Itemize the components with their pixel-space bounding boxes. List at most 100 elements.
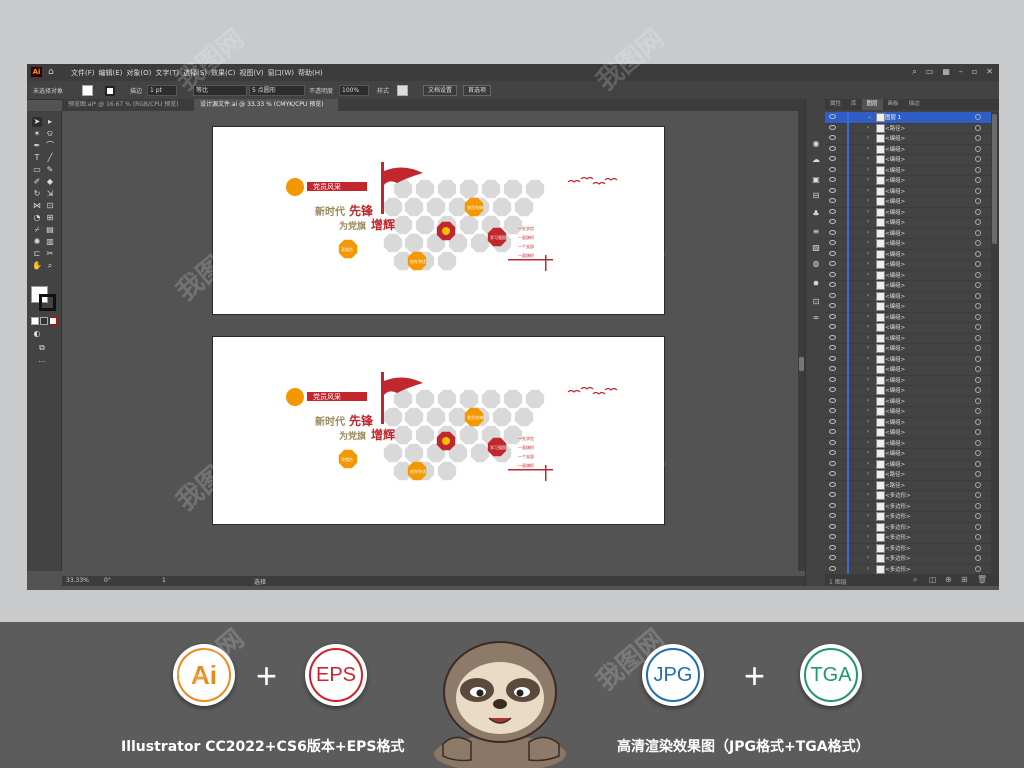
expand-arrow-icon[interactable]: ›: [867, 302, 869, 309]
shape-builder-icon[interactable]: ◔: [32, 213, 42, 223]
visibility-eye-icon[interactable]: [829, 429, 836, 434]
visibility-eye-icon[interactable]: [829, 334, 836, 340]
expand-arrow-icon[interactable]: ›: [867, 491, 869, 498]
expand-arrow-icon[interactable]: ›: [867, 554, 869, 561]
target-circle-icon[interactable]: [975, 229, 981, 236]
artboard-1[interactable]: 党员风采 新时代 先锋 为党旗 增辉 亮相台 创先争优 党员先锋 学习强国 一先学信 一面旗帜 一个支…: [212, 126, 665, 315]
visibility-eye-icon[interactable]: [829, 124, 836, 130]
new-layer-icon[interactable]: ⊞: [961, 575, 968, 584]
target-circle-icon[interactable]: [975, 145, 981, 152]
visibility-eye-icon[interactable]: [829, 460, 836, 466]
line-tool-icon[interactable]: ╱: [45, 153, 55, 163]
document-setup-button[interactable]: 文档设置: [423, 85, 458, 96]
target-circle-icon[interactable]: [975, 523, 981, 530]
target-circle-icon[interactable]: [975, 439, 981, 446]
graph-tool-icon[interactable]: ▥: [45, 237, 55, 247]
target-circle-icon[interactable]: [975, 544, 981, 551]
eyedropper-icon[interactable]: ⌿: [32, 225, 42, 235]
new-sublayer-icon[interactable]: ⊕: [945, 575, 952, 584]
target-circle-icon[interactable]: [975, 135, 981, 141]
symbol-sprayer-icon[interactable]: ✺: [32, 237, 42, 247]
expand-arrow-icon[interactable]: ›: [867, 292, 869, 299]
target-circle-icon[interactable]: [975, 366, 981, 372]
expand-arrow-icon[interactable]: ›: [867, 334, 869, 341]
shaper-icon[interactable]: ✐: [32, 177, 42, 187]
panel-tab[interactable]: 属性: [825, 99, 846, 110]
target-circle-icon[interactable]: [975, 565, 981, 572]
visibility-eye-icon[interactable]: [829, 418, 836, 424]
visibility-eye-icon[interactable]: [829, 534, 836, 539]
page-number[interactable]: 1: [162, 577, 166, 584]
target-circle-icon[interactable]: [975, 250, 981, 257]
align-icon[interactable]: ⊟: [811, 191, 821, 201]
menu-item[interactable]: 编辑(E): [99, 68, 123, 78]
expand-arrow-icon[interactable]: ›: [867, 428, 869, 435]
expand-arrow-icon[interactable]: ›: [867, 155, 869, 162]
visibility-eye-icon[interactable]: [829, 292, 836, 298]
target-circle-icon[interactable]: [975, 156, 981, 162]
target-circle-icon[interactable]: [975, 282, 981, 288]
draw-mode-icon[interactable]: ◐: [32, 329, 42, 339]
target-circle-icon[interactable]: [975, 114, 981, 120]
panel-tab[interactable]: 图层: [861, 99, 883, 110]
style-swatch[interactable]: [397, 85, 408, 96]
restore-icon[interactable]: ▫: [972, 67, 977, 77]
expand-arrow-icon[interactable]: ›: [867, 544, 869, 551]
visibility-eye-icon[interactable]: [829, 261, 836, 266]
target-circle-icon[interactable]: [975, 481, 981, 488]
eraser-icon[interactable]: ◆: [45, 177, 55, 187]
visibility-eye-icon[interactable]: [829, 397, 836, 403]
target-circle-icon[interactable]: [975, 292, 981, 299]
menu-item[interactable]: 帮助(H): [298, 68, 323, 78]
visibility-eye-icon[interactable]: [829, 555, 836, 560]
visibility-eye-icon[interactable]: [829, 450, 836, 455]
target-circle-icon[interactable]: [975, 240, 981, 246]
target-circle-icon[interactable]: [975, 208, 981, 215]
curvature-icon[interactable]: ⌒: [45, 141, 55, 151]
visibility-eye-icon[interactable]: [829, 544, 836, 550]
perspective-icon[interactable]: ⊞: [45, 213, 55, 223]
expand-arrow-icon[interactable]: ›: [867, 124, 869, 131]
symbols-icon[interactable]: ♣: [811, 209, 821, 219]
target-circle-icon[interactable]: [975, 166, 981, 173]
expand-arrow-icon[interactable]: ›: [867, 407, 869, 414]
visibility-eye-icon[interactable]: [829, 523, 836, 529]
visibility-eye-icon[interactable]: [829, 303, 836, 308]
artboard-2[interactable]: 党员风采 新时代 先锋 为党旗 增辉 亮相台 创先争优 党员先锋 学习强国 一先学信 一面旗帜 一个支…: [212, 336, 665, 525]
locate-object-icon[interactable]: ⌕: [913, 575, 917, 585]
stroke-swatch[interactable]: [105, 86, 115, 96]
visibility-eye-icon[interactable]: [829, 345, 836, 350]
target-circle-icon[interactable]: [975, 471, 981, 477]
menu-item[interactable]: 对象(O): [126, 68, 151, 78]
transform-icon[interactable]: ▣: [811, 175, 821, 185]
visibility-eye-icon[interactable]: [829, 114, 836, 119]
visibility-eye-icon[interactable]: [829, 135, 836, 140]
pen-tool-icon[interactable]: ✒: [32, 141, 42, 151]
visibility-eye-icon[interactable]: [829, 271, 836, 277]
panel-tab[interactable]: 库: [846, 99, 862, 110]
expand-arrow-icon[interactable]: ›: [867, 470, 869, 477]
more-tools-icon[interactable]: ···: [37, 357, 47, 367]
menu-item[interactable]: 窗口(W): [268, 68, 294, 78]
expand-arrow-icon[interactable]: ›: [867, 386, 869, 393]
workspace-icon[interactable]: ▦: [942, 67, 950, 77]
expand-arrow-icon[interactable]: ›: [867, 365, 869, 372]
properties-icon[interactable]: ◉: [811, 139, 821, 149]
expand-arrow-icon[interactable]: ›: [867, 134, 869, 141]
visibility-eye-icon[interactable]: [829, 502, 836, 508]
visibility-eye-icon[interactable]: [829, 156, 836, 161]
slice-icon[interactable]: ✂: [45, 249, 55, 259]
close-icon[interactable]: ✕: [986, 67, 993, 77]
visibility-eye-icon[interactable]: [829, 282, 836, 287]
target-circle-icon[interactable]: [975, 345, 981, 351]
panel-tab[interactable]: 画板: [883, 99, 904, 110]
scale-icon[interactable]: ⇲: [45, 189, 55, 199]
visibility-eye-icon[interactable]: [829, 565, 836, 571]
expand-arrow-icon[interactable]: ›: [867, 376, 869, 383]
target-circle-icon[interactable]: [975, 418, 981, 425]
visibility-eye-icon[interactable]: [829, 145, 836, 151]
expand-arrow-icon[interactable]: ›: [867, 260, 869, 267]
gradient-mode-icon[interactable]: [40, 317, 48, 325]
target-circle-icon[interactable]: [975, 429, 981, 435]
rotation-value[interactable]: 0°: [104, 577, 111, 584]
